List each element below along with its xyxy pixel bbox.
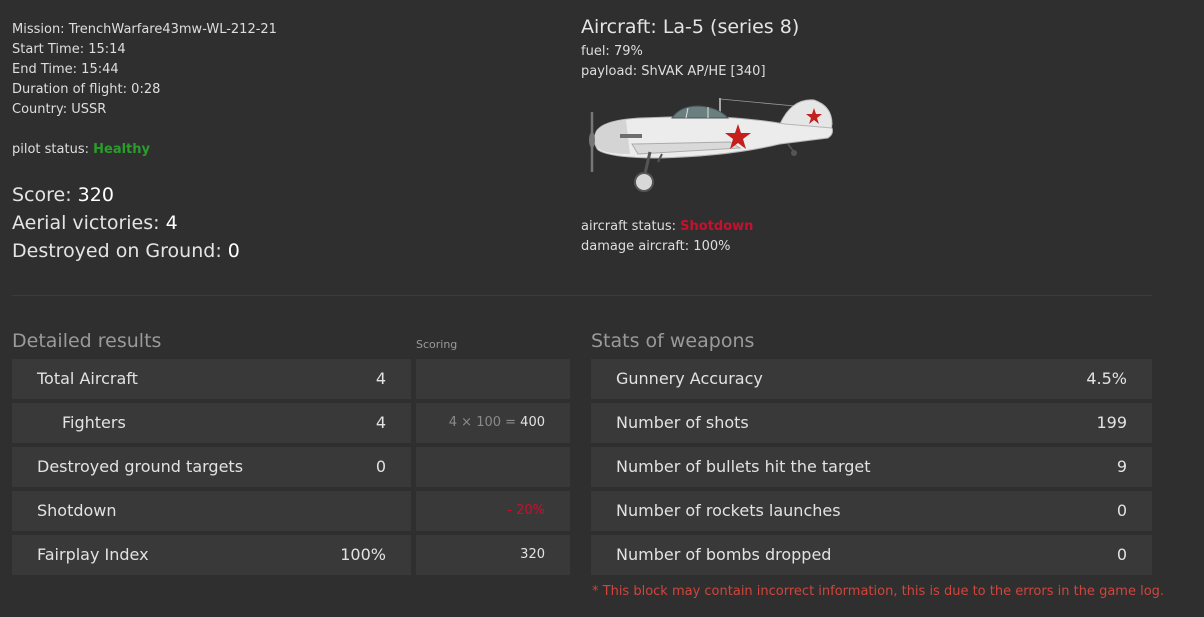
weapon-label: Number of shots: [616, 413, 749, 432]
scoring-cell-ground-targets: [416, 447, 570, 487]
detail-row-fighters: Fighters 4: [12, 403, 411, 443]
weapon-row-hits: Number of bullets hit the target 9: [591, 447, 1152, 487]
detail-row-fairplay: Fairplay Index 100%: [12, 535, 411, 575]
aircraft-loadout: fuel: 79% payload: ShVAK AP/HE [340]: [581, 42, 766, 82]
weapon-row-shots: Number of shots 199: [591, 403, 1152, 443]
damage-line: damage aircraft: 100%: [581, 239, 731, 254]
summary: Score: 320 Aerial victories: 4 Destroyed…: [12, 181, 240, 265]
damage-value: 100%: [693, 239, 731, 254]
scoring-formula: 4 × 100 =: [448, 415, 521, 430]
end-time-line: End Time: 15:44: [12, 62, 119, 77]
score-value: 320: [77, 184, 114, 206]
weapon-label: Number of bullets hit the target: [616, 457, 871, 476]
scoring-cell-shotdown: - 20%: [416, 491, 570, 531]
aircraft-status: aircraft status: Shotdown damage aircraf…: [581, 217, 753, 257]
scoring-cell-fighters: 4 × 100 = 400: [416, 403, 570, 443]
detail-row-total-aircraft: Total Aircraft 4: [12, 359, 411, 399]
detail-value: 0: [375, 457, 386, 476]
detail-value: 100%: [340, 545, 386, 564]
aircraft-status-line: aircraft status: Shotdown: [581, 219, 754, 234]
weapon-label: Number of rockets launches: [616, 501, 841, 520]
weapon-value: 9: [1116, 457, 1127, 476]
pilot-status-badge: Healthy: [93, 142, 150, 157]
detail-label: Fairplay Index: [37, 545, 149, 564]
duration-line: Duration of flight: 0:28: [12, 82, 161, 97]
scoring-penalty: - 20%: [507, 503, 545, 518]
ground-destroyed-value: 0: [227, 240, 240, 262]
mission-name: TrenchWarfare43mw-WL-212-21: [68, 22, 277, 37]
payload-value: ShVAK AP/HE [340]: [641, 64, 766, 79]
weapon-row-rockets: Number of rockets launches 0: [591, 491, 1152, 531]
start-time: 15:14: [88, 42, 126, 57]
weapons-stats-title: Stats of weapons: [591, 330, 755, 352]
weapon-value: 4.5%: [1086, 369, 1127, 388]
aerial-victories-line: Aerial victories: 4: [12, 212, 178, 234]
weapons-disclaimer: * This block may contain incorrect infor…: [592, 584, 1165, 599]
pilot-status-line: pilot status: Healthy: [12, 142, 150, 157]
weapon-value: 0: [1116, 545, 1127, 564]
aircraft-image: [589, 98, 833, 192]
scoring-cell-total-aircraft: [416, 359, 570, 399]
weapon-row-bombs: Number of bombs dropped 0: [591, 535, 1152, 575]
duration: 0:28: [131, 82, 161, 97]
detail-value: 4: [375, 369, 386, 388]
ground-destroyed-line: Destroyed on Ground: 0: [12, 240, 240, 262]
start-time-line: Start Time: 15:14: [12, 42, 126, 57]
mission-info: Mission: TrenchWarfare43mw-WL-212-21 Sta…: [12, 20, 277, 160]
scoring-fighters: 4 × 100 = 400: [449, 403, 545, 443]
detail-label: Destroyed ground targets: [37, 457, 244, 476]
weapon-value: 199: [1096, 413, 1127, 432]
payload-line: payload: ShVAK AP/HE [340]: [581, 64, 766, 79]
weapon-label: Number of bombs dropped: [616, 545, 832, 564]
detail-label: Fighters: [62, 413, 126, 432]
detail-value: 4: [375, 413, 386, 432]
fuel-value: 79%: [613, 44, 643, 59]
detail-label: Shotdown: [37, 501, 117, 520]
scoring-value: 400: [520, 415, 545, 430]
fuel-line: fuel: 79%: [581, 44, 643, 59]
weapon-value: 0: [1116, 501, 1127, 520]
scoring-title: Scoring: [416, 338, 458, 351]
detail-row-shotdown: Shotdown: [12, 491, 411, 531]
score-line: Score: 320: [12, 184, 114, 206]
aircraft-status-badge: Shotdown: [680, 219, 754, 234]
scoring-cell-fairplay: 320: [416, 535, 570, 575]
aircraft-title: Aircraft: La-5 (series 8): [581, 16, 800, 38]
weapon-label: Gunnery Accuracy: [616, 369, 763, 388]
mission-line: Mission: TrenchWarfare43mw-WL-212-21: [12, 22, 277, 37]
detail-label: Total Aircraft: [37, 369, 138, 388]
end-time: 15:44: [81, 62, 119, 77]
aerial-victories-value: 4: [165, 212, 178, 234]
scoring-total: 320: [520, 547, 545, 562]
weapon-row-accuracy: Gunnery Accuracy 4.5%: [591, 359, 1152, 399]
detail-row-ground-targets: Destroyed ground targets 0: [12, 447, 411, 487]
detailed-results-title: Detailed results: [12, 330, 162, 352]
country: USSR: [71, 102, 107, 117]
country-line: Country: USSR: [12, 102, 107, 117]
divider: [12, 295, 1152, 296]
